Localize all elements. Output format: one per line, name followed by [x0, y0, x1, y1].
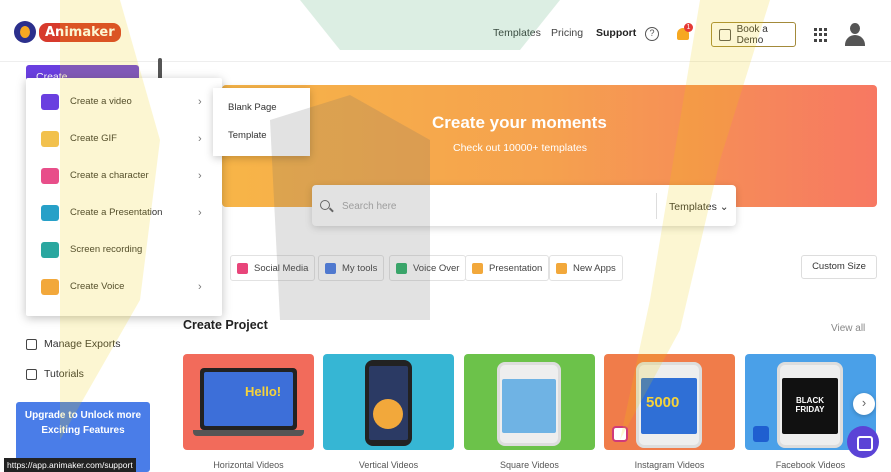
chevron-right-icon: ›: [198, 170, 202, 182]
notification-badge: 1: [684, 23, 693, 32]
app-root: Animaker Templates Pricing Support ? 1 B…: [0, 0, 891, 472]
menu-item-label: Create GIF: [70, 133, 117, 144]
sidebar-item-label: Tutorials: [44, 368, 84, 380]
video-icon: [41, 93, 59, 110]
status-bar-url: https://app.animaker.com/support: [4, 458, 136, 472]
help-icon[interactable]: ?: [645, 27, 659, 41]
chip-new-apps[interactable]: New Apps: [549, 255, 623, 281]
sidebar-item-label: Manage Exports: [44, 338, 121, 350]
export-icon: [26, 338, 37, 350]
chevron-right-icon: ›: [198, 96, 202, 108]
banner-title: Create your moments: [432, 113, 607, 132]
card-label: Square Videos: [500, 460, 559, 470]
animaker-logo[interactable]: Animaker: [14, 20, 121, 44]
microphone-icon: [396, 262, 407, 274]
logo-mascot-icon: [14, 21, 36, 43]
book-demo-label: Book a Demo: [736, 23, 768, 46]
card-vertical-videos[interactable]: [323, 354, 454, 450]
chip-label: My tools: [342, 262, 378, 274]
character-icon: [41, 167, 59, 184]
screen-recording-icon: [41, 241, 59, 258]
search-category-dropdown[interactable]: Templates ⌄: [669, 201, 729, 213]
chip-label: Voice Over: [413, 262, 460, 274]
create-video-submenu: Blank Page Template: [213, 88, 310, 156]
card-label: Vertical Videos: [358, 460, 419, 470]
search-divider: [656, 193, 657, 219]
carousel-next-button[interactable]: ›: [853, 393, 875, 415]
submenu-item-template[interactable]: Template: [228, 130, 267, 141]
sidebar-item-manage-exports[interactable]: Manage Exports: [26, 338, 120, 350]
view-all-link[interactable]: View all: [831, 323, 865, 334]
card-horizontal-videos[interactable]: Hello!: [183, 354, 314, 450]
menu-item-create-character[interactable]: Create a character ›: [26, 157, 222, 194]
logo-text: Animaker: [39, 22, 121, 42]
nav-templates[interactable]: Templates: [493, 27, 541, 39]
chip-label: New Apps: [573, 262, 616, 274]
presentation-icon: [41, 204, 59, 221]
instagram-icon: [612, 426, 628, 442]
chip-presentation[interactable]: Presentation: [465, 255, 550, 281]
card-square-videos[interactable]: [464, 354, 595, 450]
top-header: Animaker Templates Pricing Support ? 1 B…: [0, 0, 891, 62]
tools-icon: [325, 262, 336, 274]
chip-voice-over[interactable]: Voice Over: [389, 255, 467, 281]
chip-label: Social Media: [254, 262, 309, 274]
social-media-icon: [237, 262, 248, 274]
chevron-right-icon: ›: [198, 133, 202, 145]
menu-item-label: Screen recording: [70, 244, 143, 255]
upgrade-text-line1: Upgrade to Unlock more: [24, 410, 142, 421]
submenu-item-blank-page[interactable]: Blank Page: [228, 102, 277, 113]
apps-grid-icon[interactable]: [814, 28, 828, 42]
sidebar-item-tutorials[interactable]: Tutorials: [26, 368, 84, 380]
menu-item-label: Create a video: [70, 96, 132, 107]
card-screen-text: BLACK FRIDAY: [795, 396, 825, 414]
card-label: Instagram Videos: [634, 460, 705, 470]
search-input[interactable]: [342, 196, 642, 216]
menu-item-create-video[interactable]: Create a video ›: [26, 83, 222, 120]
book-demo-button[interactable]: Book a Demo: [711, 22, 796, 47]
chip-social-media[interactable]: Social Media: [230, 255, 316, 281]
nav-pricing[interactable]: Pricing: [551, 27, 583, 39]
card-label: Facebook Videos: [775, 460, 846, 470]
gif-icon: [41, 130, 59, 147]
chevron-right-icon: ›: [198, 281, 202, 293]
voice-icon: [41, 278, 59, 295]
menu-item-label: Create a Presentation: [70, 207, 163, 218]
create-dropdown-menu: Create a video › Create GIF › Create a c…: [26, 78, 222, 316]
calendar-icon: [719, 28, 731, 41]
chip-my-tools[interactable]: My tools: [318, 255, 385, 281]
nav-support[interactable]: Support: [596, 27, 636, 39]
card-label: Horizontal Videos: [213, 460, 284, 470]
menu-item-create-gif[interactable]: Create GIF ›: [26, 120, 222, 157]
menu-item-label: Create Voice: [70, 281, 125, 292]
chevron-right-icon: ›: [198, 207, 202, 219]
card-screen-text: 5000: [646, 394, 680, 411]
banner-subtitle: Check out 10000+ templates: [453, 142, 587, 154]
card-screen-text: Hello!: [245, 384, 282, 399]
presentation-icon: [472, 262, 483, 274]
facebook-icon: [753, 426, 769, 442]
tutorials-icon: [26, 368, 37, 380]
search-icon: [320, 200, 330, 210]
menu-item-create-presentation[interactable]: Create a Presentation ›: [26, 194, 222, 231]
apps-icon: [556, 262, 567, 274]
custom-size-button[interactable]: Custom Size: [801, 255, 877, 279]
chat-support-icon[interactable]: [847, 426, 879, 458]
user-avatar-icon[interactable]: [842, 22, 868, 48]
menu-item-create-voice[interactable]: Create Voice ›: [26, 268, 222, 305]
card-instagram-videos[interactable]: 5000: [604, 354, 735, 450]
menu-item-screen-recording[interactable]: Screen recording: [26, 231, 222, 268]
chip-label: Presentation: [489, 262, 543, 274]
upgrade-text-line2: Exciting Features: [41, 425, 125, 436]
menu-item-label: Create a character: [70, 170, 149, 181]
create-project-heading: Create Project: [183, 318, 268, 332]
